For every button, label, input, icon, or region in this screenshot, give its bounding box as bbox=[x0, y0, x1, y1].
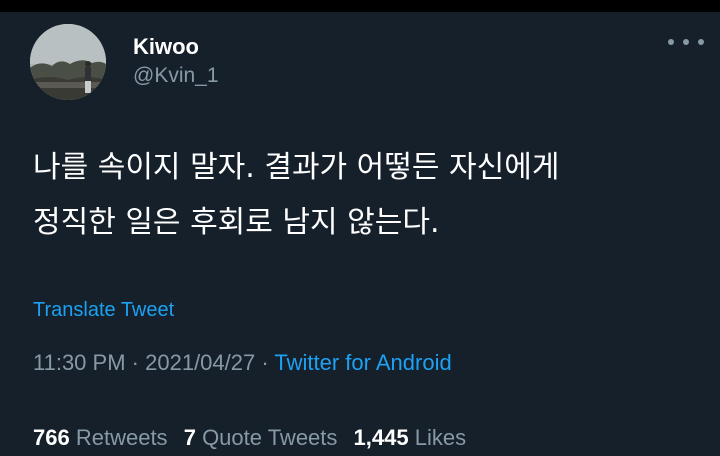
avatar[interactable] bbox=[30, 24, 106, 100]
likes-count: 1,445 bbox=[353, 425, 409, 450]
quote-tweets-count: 7 bbox=[183, 425, 196, 450]
likes-label: Likes bbox=[414, 425, 467, 450]
tweet-time[interactable]: 11:30 PM bbox=[33, 350, 126, 375]
quote-tweets-label: Quote Tweets bbox=[202, 425, 338, 450]
tweet-source-link[interactable]: Twitter for Android bbox=[274, 350, 451, 375]
retweets-count: 766 bbox=[33, 425, 70, 450]
avatar-photo bbox=[30, 24, 106, 100]
more-dot bbox=[683, 39, 689, 45]
tweet-stats: 766 Retweets 7 Quote Tweets 1,445 Likes bbox=[33, 425, 466, 451]
meta-separator: · bbox=[131, 350, 139, 375]
status-bar bbox=[0, 0, 720, 12]
user-handle[interactable]: @Kvin_1 bbox=[133, 64, 219, 88]
likes-stat[interactable]: 1,445 Likes bbox=[354, 425, 467, 450]
tweet-date[interactable]: 2021/04/27 bbox=[145, 350, 255, 375]
quote-tweets-stat[interactable]: 7 Quote Tweets bbox=[184, 425, 338, 450]
more-dot bbox=[668, 39, 674, 45]
translate-tweet-link[interactable]: Translate Tweet bbox=[33, 299, 174, 322]
meta-separator: · bbox=[261, 350, 269, 375]
display-name[interactable]: Kiwoo bbox=[133, 34, 199, 60]
retweets-stat[interactable]: 766 Retweets bbox=[33, 425, 168, 450]
tweet-meta: 11:30 PM · 2021/04/27 · Twitter for Andr… bbox=[33, 350, 452, 376]
tweet-text-line: 나를 속이지 말자. 결과가 어떻든 자신에게 bbox=[33, 150, 560, 185]
tweet-text: 나를 속이지 말자. 결과가 어떻든 자신에게 정직한 일은 후회로 남지 않는… bbox=[33, 140, 693, 250]
more-dot bbox=[698, 39, 704, 45]
retweets-label: Retweets bbox=[75, 425, 168, 450]
tweet-text-line: 정직한 일은 후회로 남지 않는다. bbox=[33, 205, 440, 240]
more-horizontal-icon[interactable] bbox=[668, 30, 704, 54]
